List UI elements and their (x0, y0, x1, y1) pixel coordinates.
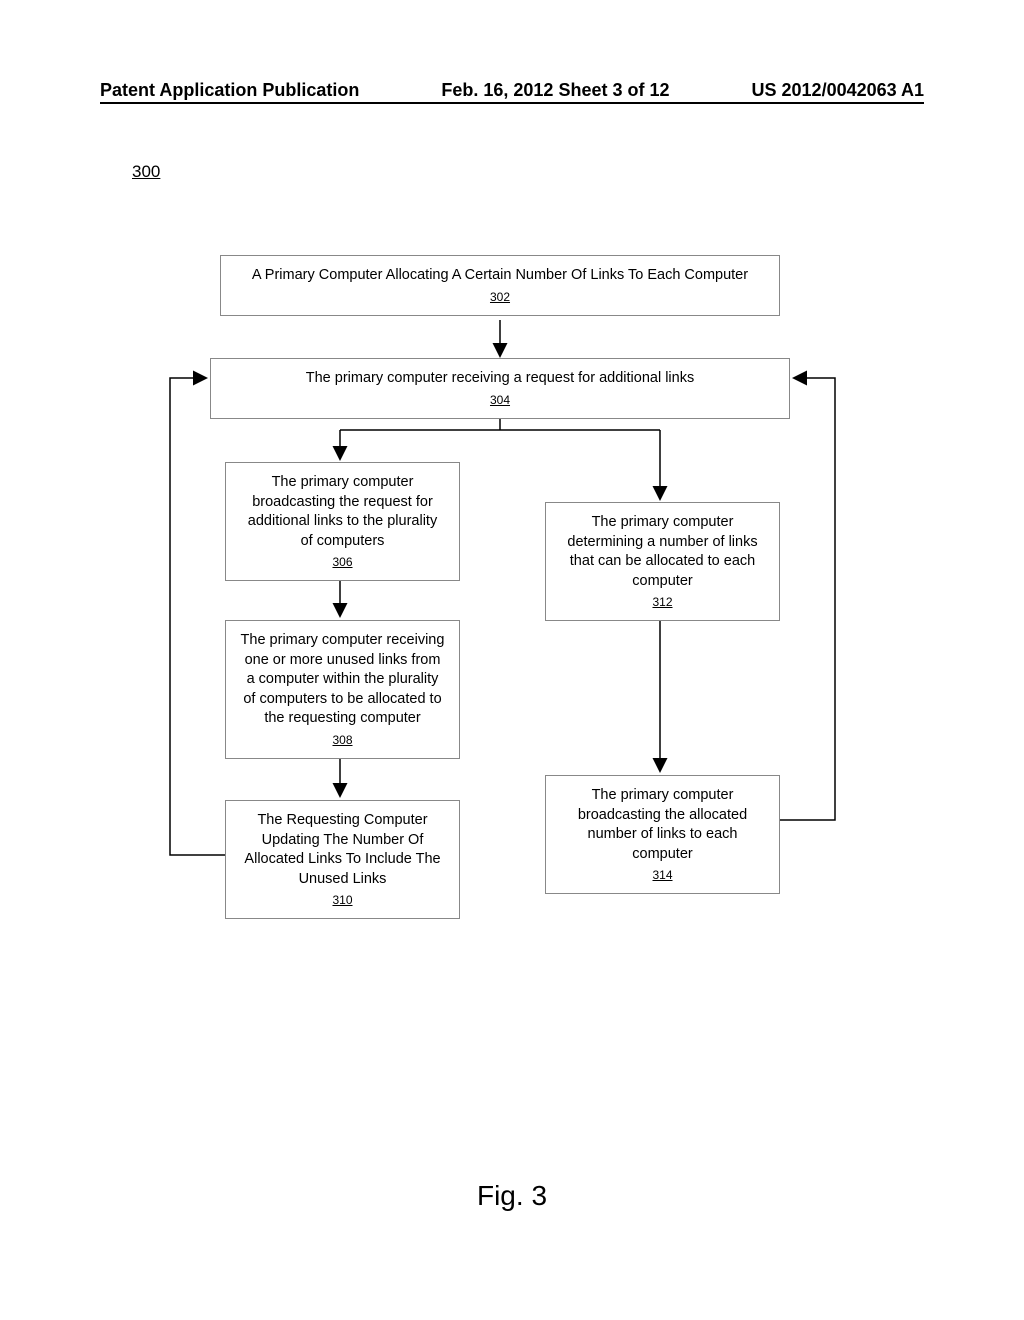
header-center: Feb. 16, 2012 Sheet 3 of 12 (441, 80, 669, 101)
box-314-text: The primary computer broadcasting the al… (578, 787, 747, 862)
box-308-ref: 308 (240, 732, 445, 748)
box-302-text: A Primary Computer Allocating A Certain … (252, 267, 748, 283)
box-306-text: The primary computer broadcasting the re… (248, 474, 437, 549)
header-right: US 2012/0042063 A1 (752, 80, 924, 101)
box-312-text: The primary computer determining a numbe… (567, 514, 757, 589)
box-306: The primary computer broadcasting the re… (225, 462, 460, 581)
figure-caption: Fig. 3 (0, 1180, 1024, 1212)
box-308-text: The primary computer receiving one or mo… (241, 632, 445, 726)
box-310-text: The Requesting Computer Updating The Num… (244, 812, 440, 887)
figure-number: 300 (132, 162, 160, 182)
box-308: The primary computer receiving one or mo… (225, 620, 460, 759)
page-header: Patent Application Publication Feb. 16, … (0, 80, 1024, 101)
flowchart: A Primary Computer Allocating A Certain … (0, 240, 1024, 1040)
box-314: The primary computer broadcasting the al… (545, 775, 780, 894)
box-312: The primary computer determining a numbe… (545, 502, 780, 621)
header-rule (100, 102, 924, 104)
box-314-ref: 314 (560, 867, 765, 883)
box-312-ref: 312 (560, 594, 765, 610)
box-302: A Primary Computer Allocating A Certain … (220, 255, 780, 316)
box-310: The Requesting Computer Updating The Num… (225, 800, 460, 919)
box-304-text: The primary computer receiving a request… (306, 370, 694, 386)
box-302-ref: 302 (235, 289, 765, 305)
box-306-ref: 306 (240, 554, 445, 570)
box-310-ref: 310 (240, 892, 445, 908)
box-304: The primary computer receiving a request… (210, 358, 790, 419)
box-304-ref: 304 (225, 392, 775, 408)
header-left: Patent Application Publication (100, 80, 359, 101)
